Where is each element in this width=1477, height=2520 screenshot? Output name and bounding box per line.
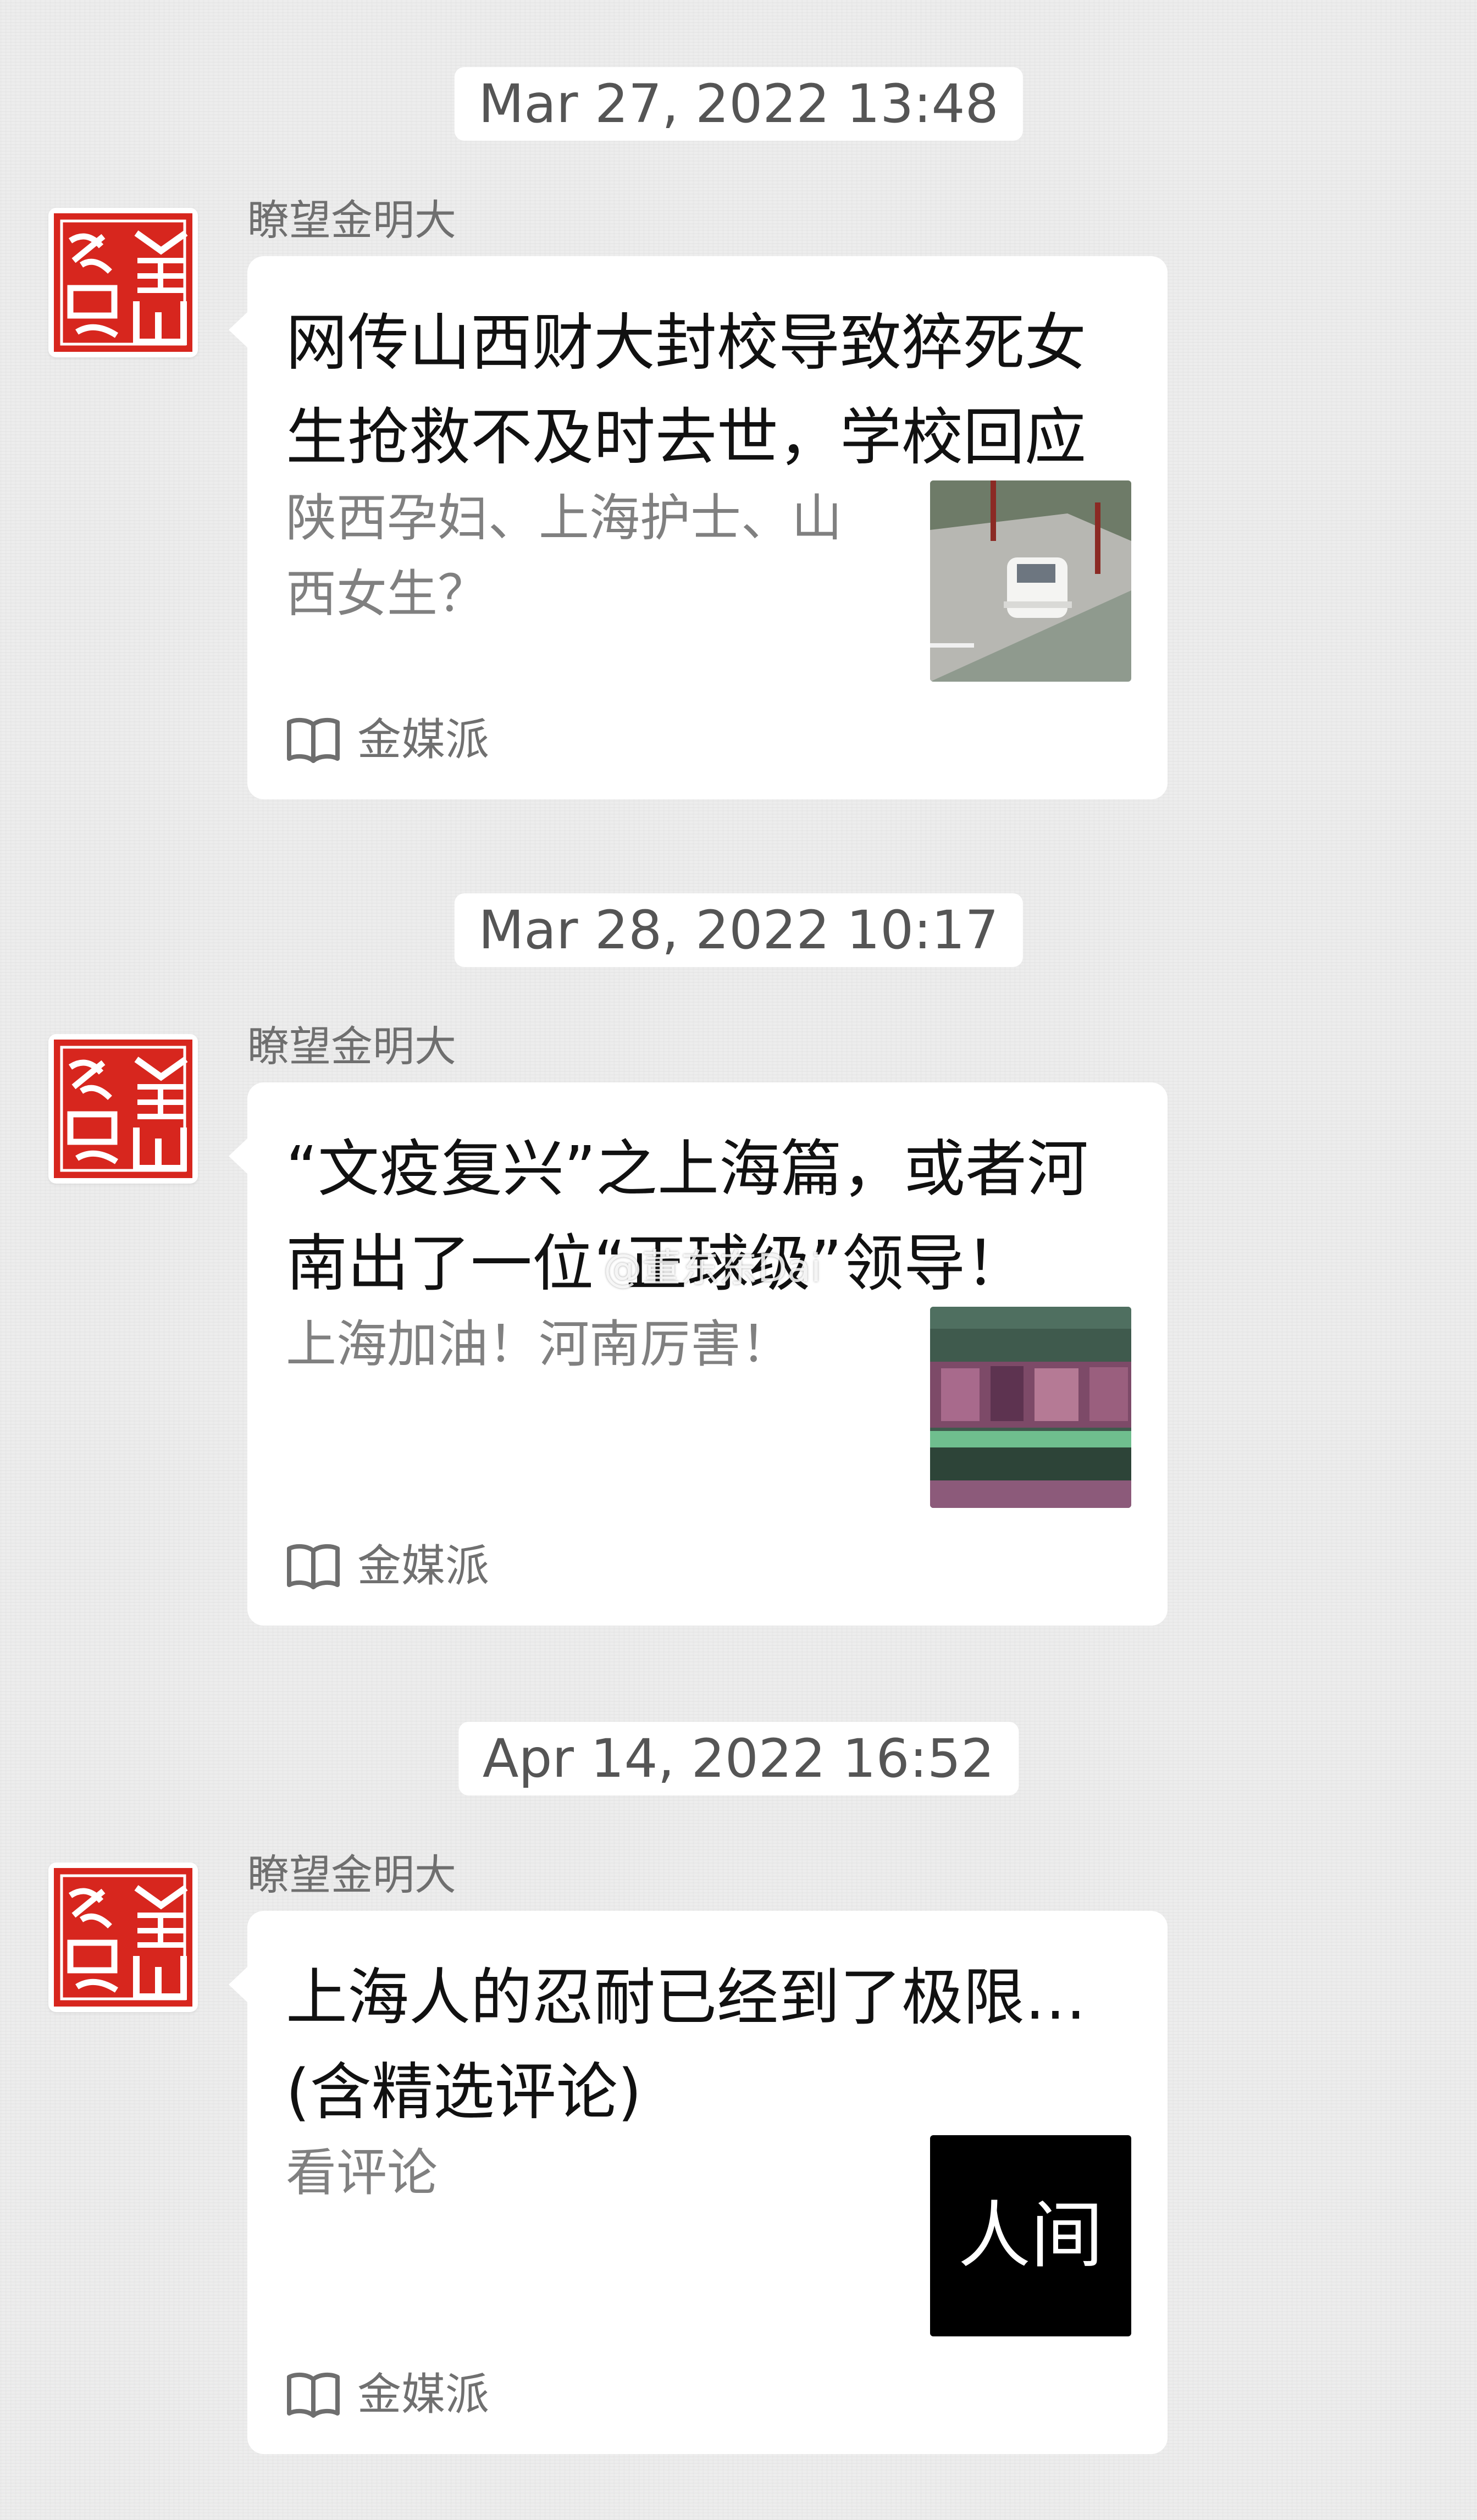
article-title[interactable]: 上海人的忍耐已经到了极限…(含精选评论)	[286, 1950, 1132, 2140]
message-group: Apr 14, 2022 16:52 瞭望金明大 上海人的忍耐已经到了极限…(含…	[0, 1655, 1477, 2479]
chat-history[interactable]: Mar 27, 2022 13:48 瞭望金明大 网传山西财大封校导致猝死女生抢…	[0, 0, 1477, 2520]
sender-name: 瞭望金明大	[247, 1022, 456, 1071]
article-card[interactable]: 上海人的忍耐已经到了极限…(含精选评论) 看评论 人间 金媒派	[229, 1911, 1168, 2454]
avatar[interactable]	[48, 1034, 198, 1184]
red-seal-logo-icon	[54, 1868, 192, 2007]
sender-name: 瞭望金明大	[247, 196, 456, 245]
article-description: 看评论	[286, 2143, 438, 2202]
article-card[interactable]: “文疫复兴”之上海篇，或者河南出了一位“正球级”领导！ 上海加油！河南厉害！ 金…	[229, 1082, 1168, 1626]
timestamp-badge: Apr 14, 2022 16:52	[458, 1722, 1019, 1795]
source-label: 金媒派	[357, 1540, 489, 1591]
article-card[interactable]: 网传山西财大封校导致猝死女生抢救不及时去世，学校回应 陕西孕妇、上海护士、山西女…	[229, 256, 1168, 799]
sender-name: 瞭望金明大	[247, 1850, 456, 1899]
timestamp-badge: Mar 28, 2022 10:17	[454, 893, 1023, 967]
book-open-icon	[286, 1543, 341, 1589]
ambulance-photo-thumbnail	[930, 480, 1131, 682]
message-group: Mar 27, 2022 13:48 瞭望金明大 网传山西财大封校导致猝死女生抢…	[0, 0, 1477, 825]
book-open-icon	[286, 717, 341, 763]
thumbnail-text: 人间	[958, 2193, 1103, 2278]
source-label: 金媒派	[357, 714, 489, 765]
article-description: 陕西孕妇、上海护士、山西女生？	[286, 489, 843, 623]
article-source[interactable]: 金媒派	[286, 1533, 489, 1599]
source-label: 金媒派	[357, 2369, 489, 2420]
red-seal-logo-icon	[54, 1040, 192, 1178]
timestamp-badge: Mar 27, 2022 13:48	[454, 67, 1023, 141]
article-source[interactable]: 金媒派	[286, 707, 489, 773]
article-title[interactable]: “文疫复兴”之上海篇，或者河南出了一位“正球级”领导！	[286, 1122, 1132, 1311]
article-description: 上海加油！河南厉害！	[286, 1315, 792, 1374]
red-seal-logo-icon	[54, 213, 192, 352]
article-source[interactable]: 金媒派	[286, 2362, 489, 2428]
article-title[interactable]: 网传山西财大封校导致猝死女生抢救不及时去世，学校回应	[286, 296, 1132, 485]
renjian-text-thumbnail: 人间	[930, 2135, 1131, 2336]
book-open-icon	[286, 2372, 341, 2418]
message-group: Mar 28, 2022 10:17 瞭望金明大 “文疫复兴”之上海篇，或者河南…	[0, 826, 1477, 1651]
store-shelf-photo-thumbnail	[930, 1307, 1131, 1508]
avatar[interactable]	[48, 1863, 198, 2012]
avatar[interactable]	[48, 208, 198, 357]
